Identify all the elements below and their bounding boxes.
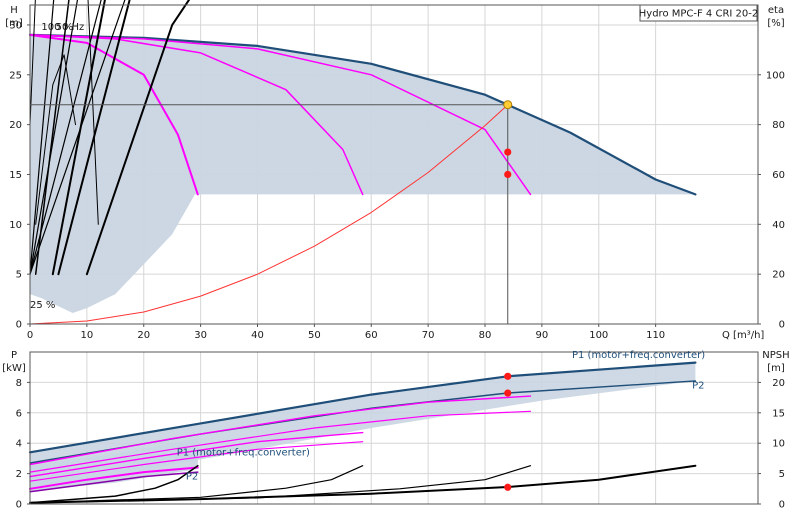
power-npsh-chart: 0 2 4 6 8 0 5 10 15 20 P [kW] NPSH [m] P1 (motor+freq.… bbox=[2, 350, 789, 511]
operating-point-marker bbox=[504, 389, 512, 397]
x-tick-label: 0 bbox=[27, 330, 33, 341]
x-axis-label: Q [m³/h] bbox=[722, 330, 764, 341]
chart-annotation: P2 bbox=[692, 380, 704, 391]
x-tick-label: 110 bbox=[646, 330, 665, 341]
x-tick-label: 100 bbox=[589, 330, 608, 341]
x-tick-label: 50 bbox=[308, 330, 321, 341]
y-axis-unit-left: [m] bbox=[5, 18, 23, 29]
operating-point-marker bbox=[504, 170, 512, 179]
chart-annotation: 25 % bbox=[30, 300, 55, 311]
x-tick-label: 20 bbox=[137, 330, 150, 341]
y-tick-label-right: 80 bbox=[772, 120, 785, 131]
y-tick-label-right: 5 bbox=[779, 469, 785, 480]
y-axis-label-left: H bbox=[10, 5, 18, 16]
chart-annotation: 50 Hz bbox=[56, 22, 85, 33]
y-tick-label-right: 10 bbox=[772, 439, 785, 450]
y-tick-label-left: 8 bbox=[16, 378, 22, 389]
y-tick-label-left: 4 bbox=[16, 439, 22, 450]
y-tick-label-left: 20 bbox=[9, 120, 22, 131]
chart-canvas: 0510152025300204060801000 10 20 30 40 50 60 70 8… bbox=[2, 0, 790, 511]
x-tick-label: 30 bbox=[194, 330, 207, 341]
y-axis-unit-left: [kW] bbox=[2, 363, 26, 374]
y-axis-label-right: eta bbox=[768, 5, 784, 16]
x-tick-label: 60 bbox=[365, 330, 378, 341]
y-axis-label-left: P bbox=[11, 350, 17, 361]
duty-point-marker bbox=[503, 100, 513, 110]
y-tick-label-left: 2 bbox=[16, 469, 22, 480]
y-tick-label-left: 5 bbox=[16, 270, 22, 281]
chart-title: Hydro MPC-F 4 CRI 20-2 bbox=[639, 9, 758, 20]
y-tick-label-right: 15 bbox=[772, 408, 785, 419]
operating-point-marker bbox=[504, 483, 512, 491]
head-efficiency-chart: 0510152025300204060801000 10 20 30 40 50 60 70 8… bbox=[5, 0, 785, 341]
y-tick-label-right: 40 bbox=[772, 220, 785, 231]
y-tick-label-right: 20 bbox=[772, 378, 785, 389]
y-tick-label-right: 100 bbox=[766, 70, 785, 81]
y-tick-label-right: 0 bbox=[779, 500, 785, 511]
pump-curve-figure: 0 5 10 15 20 25 30 0 20 40 60 80 100 0 10 20 30 40 50 60 70 8… bbox=[0, 0, 800, 520]
chart-annotation: P2 bbox=[186, 472, 198, 483]
y-tick-label-right: 60 bbox=[772, 170, 785, 181]
y-tick-label-left: 0 bbox=[16, 320, 22, 331]
x-tick-label: 10 bbox=[81, 330, 94, 341]
x-tick-label: 40 bbox=[251, 330, 264, 341]
y-axis-unit-right: [%] bbox=[767, 18, 784, 29]
y-tick-label-left: 10 bbox=[9, 220, 22, 231]
y-tick-label-left: 25 bbox=[9, 70, 22, 81]
operating-point-marker bbox=[504, 372, 512, 380]
y-tick-label-left: 0 bbox=[16, 500, 22, 511]
x-tick-label: 70 bbox=[422, 330, 435, 341]
y-axis-unit-right: [m] bbox=[767, 363, 785, 374]
chart-annotation: P1 (motor+freq.converter) bbox=[572, 350, 705, 361]
chart-annotation: P1 (motor+freq.converter) bbox=[177, 447, 310, 458]
y-tick-label-left: 6 bbox=[16, 408, 22, 419]
y-tick-label-right: 20 bbox=[772, 270, 785, 281]
y-tick-label-left: 15 bbox=[9, 170, 22, 181]
y-tick-label-right: 0 bbox=[779, 320, 785, 331]
y-axis-label-right: NPSH bbox=[762, 350, 789, 361]
x-tick-label: 90 bbox=[536, 330, 549, 341]
x-tick-label: 80 bbox=[479, 330, 492, 341]
operating-point-marker bbox=[504, 148, 512, 156]
